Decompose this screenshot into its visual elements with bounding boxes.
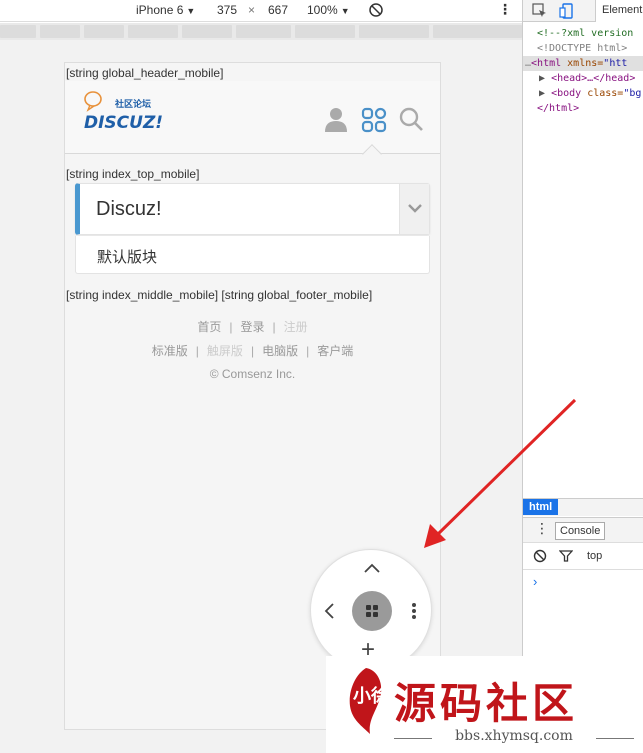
search-icon[interactable] [399, 107, 425, 133]
index-top-template-string: [string index_top_mobile] [66, 167, 200, 181]
more-options-icon[interactable]: ⋮ [498, 1, 512, 18]
height-input[interactable]: 667 [268, 3, 288, 17]
forum-category-header[interactable]: Discuz! [75, 183, 430, 235]
logo-subtitle: 社区论坛 [114, 98, 151, 110]
device-toolbar: iPhone 6 ▼ 375 × 667 100% ▼ ⋮ [0, 0, 522, 22]
dom-node-html[interactable]: …<html xmlns="htt [523, 56, 643, 71]
dropdown-caret-icon: ▼ [340, 6, 350, 16]
dom-node-html-close[interactable]: </html> [523, 101, 643, 116]
copyright: © Comsenz Inc. [209, 367, 296, 381]
user-icon[interactable] [324, 107, 350, 133]
dots-grid-icon [366, 605, 378, 617]
drawer-menu-icon[interactable]: ⋮ [535, 520, 549, 537]
mobile-viewport: [string global_header_mobile] 社区论坛 DISCU… [64, 62, 441, 730]
footer-link-desktop[interactable]: 电脑版 [262, 344, 298, 358]
console-toolbar: top [523, 544, 643, 570]
dimension-separator: × [248, 3, 256, 17]
devtools-device-mode-window: iPhone 6 ▼ 375 × 667 100% ▼ ⋮ [string glob… [0, 0, 643, 753]
footer-link-home[interactable]: 首页 [197, 320, 221, 334]
svg-text:小徐: 小徐 [353, 685, 389, 707]
width-input[interactable]: 375 [217, 3, 237, 17]
footer-link-client[interactable]: 客户端 [317, 344, 353, 358]
middle-footer-template-string: [string index_middle_mobile] [string glo… [66, 288, 373, 302]
breadcrumb-html[interactable]: html [523, 499, 559, 515]
dom-node-doctype[interactable]: <!DOCTYPE html> [523, 41, 643, 56]
inspect-element-icon[interactable] [532, 3, 548, 19]
rotate-icon[interactable] [368, 2, 384, 21]
watermark: 小徐 源码社区 bbs.xhymsq.com [326, 656, 643, 753]
footer-link-touch[interactable]: 触屏版 [207, 344, 243, 358]
device-select[interactable]: iPhone 6 ▼ [136, 3, 195, 17]
discuz-logo[interactable]: 社区论坛 DISCUZ! [83, 91, 173, 135]
context-select[interactable]: top [587, 550, 602, 562]
zoom-select[interactable]: 100% ▼ [307, 3, 350, 17]
nav-home-button[interactable] [352, 591, 392, 631]
media-query-ruler [0, 23, 522, 40]
collapse-toggle[interactable] [399, 184, 429, 234]
footer-links-versions: 标准版 | 触屏版 | 电脑版 | 客户端 [151, 344, 354, 358]
subforum-item[interactable]: 默认版块 [75, 236, 430, 274]
dom-node-body[interactable]: ▶ <body class="bg [523, 86, 643, 101]
watermark-url: bbs.xhymsq.com [455, 728, 573, 744]
footer-links-primary: 首页 | 登录 | 注册 [197, 320, 308, 334]
dom-node-head[interactable]: ▶ <head>…</head> [523, 71, 643, 86]
chevron-down-icon [408, 204, 422, 213]
logo-brand: DISCUZ! [84, 113, 163, 133]
dom-node-comment[interactable]: <!--?xml version [523, 26, 643, 41]
watermark-title: 源码社区 [394, 679, 579, 728]
dom-tree: <!--?xml version <!DOCTYPE html> …<html … [523, 22, 643, 116]
header-template-string: [string global_header_mobile] [66, 66, 224, 80]
floating-nav: + [310, 549, 432, 671]
watermark-rule-right [596, 738, 634, 739]
device-toggle-icon[interactable] [559, 3, 575, 19]
tab-console[interactable]: Console [555, 522, 606, 540]
back-icon[interactable] [319, 600, 341, 622]
breadcrumb: html [523, 498, 643, 516]
footer-link-standard[interactable]: 标准版 [152, 344, 188, 358]
drawer-toolbar: ⋮ Console [523, 517, 643, 543]
site-header: 社区论坛 DISCUZ! [65, 81, 440, 154]
more-icon[interactable] [403, 600, 425, 622]
subforum-label: 默认版块 [97, 249, 158, 266]
scroll-up-icon[interactable] [361, 558, 383, 580]
apps-grid-icon[interactable] [361, 107, 387, 133]
console-prompt[interactable]: › [533, 574, 537, 589]
filter-icon[interactable] [558, 549, 574, 566]
tab-elements[interactable]: Element [595, 0, 643, 22]
clear-console-icon[interactable] [533, 549, 547, 566]
footer-link-register[interactable]: 注册 [284, 320, 308, 334]
footer-link-login[interactable]: 登录 [240, 320, 264, 334]
devtools-panel: Element <!--?xml version <!DOCTYPE html>… [522, 0, 643, 753]
watermark-seal-logo: 小徐 [338, 664, 394, 746]
forum-category-name: Discuz! [96, 198, 162, 220]
dropdown-caret-icon: ▼ [186, 6, 196, 16]
devtools-toolbar: Element [523, 0, 643, 22]
